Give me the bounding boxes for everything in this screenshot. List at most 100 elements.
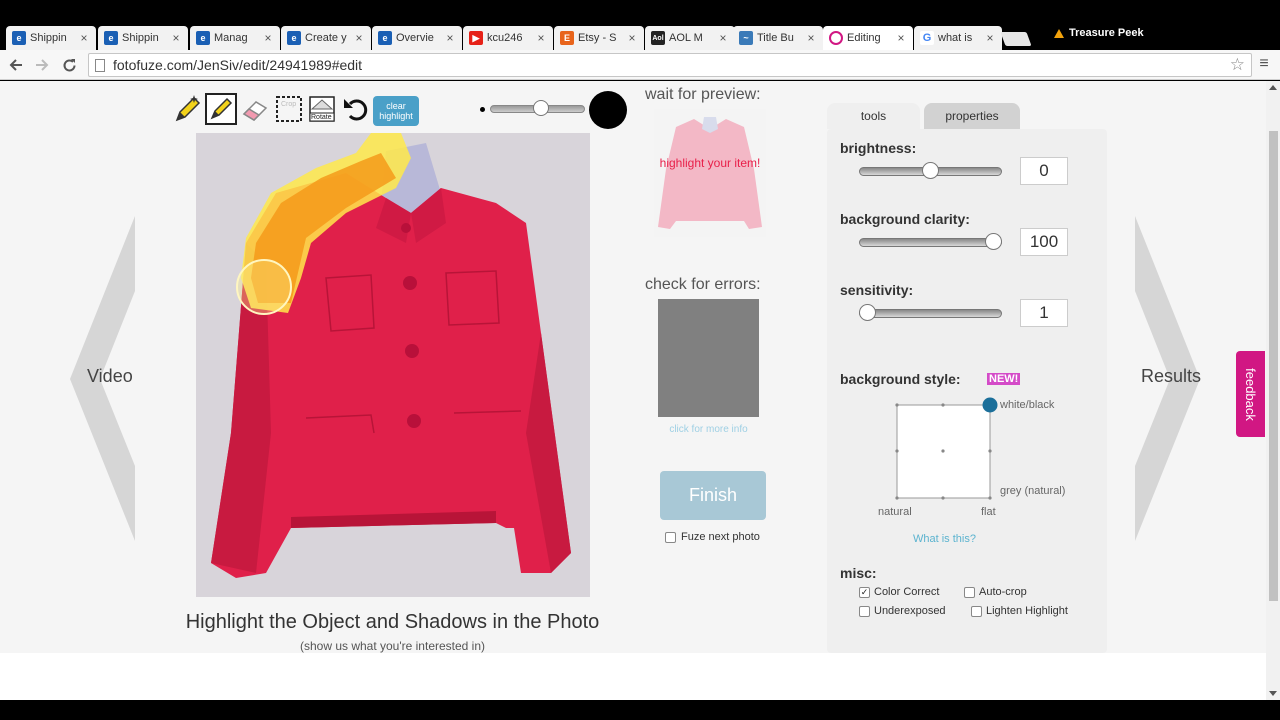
forward-arrow-icon [36,59,49,71]
sensitivity-slider-knob[interactable] [859,304,876,321]
color-correct-option[interactable]: ✓ Color Correct [859,586,939,598]
scroll-down-arrow-icon[interactable] [1269,691,1277,696]
close-icon[interactable]: × [444,31,456,45]
undo-icon [344,99,368,121]
close-icon[interactable]: × [170,31,182,45]
close-icon[interactable]: × [353,31,365,45]
browser-menu-icon[interactable]: ≡ [1256,56,1272,72]
auto-crop-label: Auto-crop [979,586,1027,598]
browser-toolbar: fotofuze.com/JenSiv/edit/24941989#edit ☆… [0,50,1280,80]
instruction-title: Highlight the Object and Shadows in the … [185,611,600,633]
tab-title: Manag [214,32,248,44]
highlighter-tool-selected[interactable] [205,93,237,125]
sensitivity-slider[interactable] [859,304,1002,321]
close-icon[interactable]: × [984,31,996,45]
fotofuze-icon [829,31,843,45]
lighten-highlight-option[interactable]: Lighten Highlight [971,605,1068,617]
misc-label: misc: [840,565,877,581]
finish-button[interactable]: Finish [660,471,766,520]
new-tab-button[interactable] [1000,32,1032,46]
browser-tab[interactable]: e Create y × [281,26,371,50]
feedback-tab[interactable]: feedback [1236,351,1265,437]
eraser-tool[interactable] [240,93,272,125]
corner-label-flat: flat [981,506,996,518]
sensitivity-value-field[interactable]: 1 [1020,299,1068,327]
new-badge: NEW! [987,373,1021,385]
background-clarity-slider[interactable] [859,233,1002,250]
background-clarity-value-field[interactable]: 100 [1020,228,1068,256]
crop-tool[interactable]: Crop [273,93,305,125]
browser-tab[interactable]: ~ Title Bu × [733,26,823,50]
browser-tab[interactable]: Aol AOL M × [645,26,735,50]
color-correct-checkbox[interactable]: ✓ [859,586,870,598]
undo-tool[interactable] [340,93,372,125]
extension-label: Treasure Peek [1069,27,1144,39]
preview-thumbnail [654,109,766,237]
brush-size-slider[interactable] [480,100,585,116]
reload-button[interactable] [58,54,80,76]
fuze-next-photo-option[interactable]: Fuze next photo [665,531,760,543]
scroll-up-arrow-icon[interactable] [1269,85,1277,90]
underexposed-checkbox[interactable] [859,605,870,617]
small-brush-dot [480,107,485,112]
tab-title: Title Bu [757,32,794,44]
what-is-this-link[interactable]: What is this? [913,533,976,545]
browser-tab[interactable]: E Etsy - S × [554,26,644,50]
preview-overlay-text: highlight your item! [659,156,761,170]
tab-properties[interactable]: properties [924,103,1020,129]
browser-tab-active[interactable]: Editing × [823,26,913,50]
brush-slider-knob[interactable] [533,100,550,116]
close-icon[interactable]: × [717,31,729,45]
tab-title: what is [938,32,973,44]
magic-highlighter-tool[interactable] [171,93,203,125]
brightness-slider-knob[interactable] [922,162,939,179]
fuze-next-label: Fuze next photo [681,531,760,543]
tab-tools[interactable]: tools [827,103,920,129]
close-icon[interactable]: × [626,31,638,45]
background-style-label: background style: [840,371,961,387]
page-content: Video Results Crop Rotate clear highligh… [0,81,1266,700]
browser-tab[interactable]: e Manag × [190,26,280,50]
back-button[interactable] [5,54,27,76]
close-icon[interactable]: × [262,31,274,45]
video-nav-arrow[interactable]: Video [70,216,140,541]
photo-canvas[interactable] [196,133,590,597]
underexposed-option[interactable]: Underexposed [859,605,946,617]
close-icon[interactable]: × [535,31,547,45]
close-icon[interactable]: × [805,31,817,45]
page-scrollbar[interactable] [1266,81,1280,700]
treasure-peek-extension[interactable]: Treasure Peek [1054,27,1144,39]
reload-icon [63,58,75,71]
feedback-label: feedback [1243,367,1259,421]
results-nav-arrow[interactable]: Results [1135,216,1205,541]
close-icon[interactable]: × [78,31,90,45]
auto-crop-option[interactable]: Auto-crop [964,586,1027,598]
rotate-tool[interactable]: Rotate [306,93,338,125]
auto-crop-checkbox[interactable] [964,586,975,598]
tab-title: Create y [305,32,347,44]
forward-button[interactable] [31,54,53,76]
preview-jacket-image [654,109,766,237]
background-style-picker[interactable] [890,396,1000,506]
address-bar[interactable]: fotofuze.com/JenSiv/edit/24941989#edit ☆ [88,53,1252,77]
browser-tab[interactable]: G what is × [914,26,1002,50]
close-icon[interactable]: × [895,31,907,45]
clear-highlight-button[interactable]: clear highlight [373,96,419,126]
google-icon: G [920,31,934,45]
tab-title: Shippin [122,32,159,44]
background-clarity-slider-knob[interactable] [985,233,1002,250]
brightness-value-field[interactable]: 0 [1020,157,1068,185]
more-info-link[interactable]: click for more info [658,424,759,435]
browser-tab[interactable]: ▶ kcu246 × [463,26,553,50]
browser-tab[interactable]: e Shippin × [98,26,188,50]
browser-tab[interactable]: e Shippin × [6,26,96,50]
browser-tab[interactable]: e Overvie × [372,26,462,50]
brightness-slider[interactable] [859,162,1002,179]
lighten-highlight-checkbox[interactable] [971,605,982,617]
scrollbar-thumb[interactable] [1269,131,1278,601]
results-nav-label: Results [1141,366,1202,386]
fuze-next-checkbox[interactable] [665,531,676,543]
bookmark-star-icon[interactable]: ☆ [1230,55,1245,75]
video-nav-label: Video [87,366,133,386]
large-brush-dot [589,91,627,129]
